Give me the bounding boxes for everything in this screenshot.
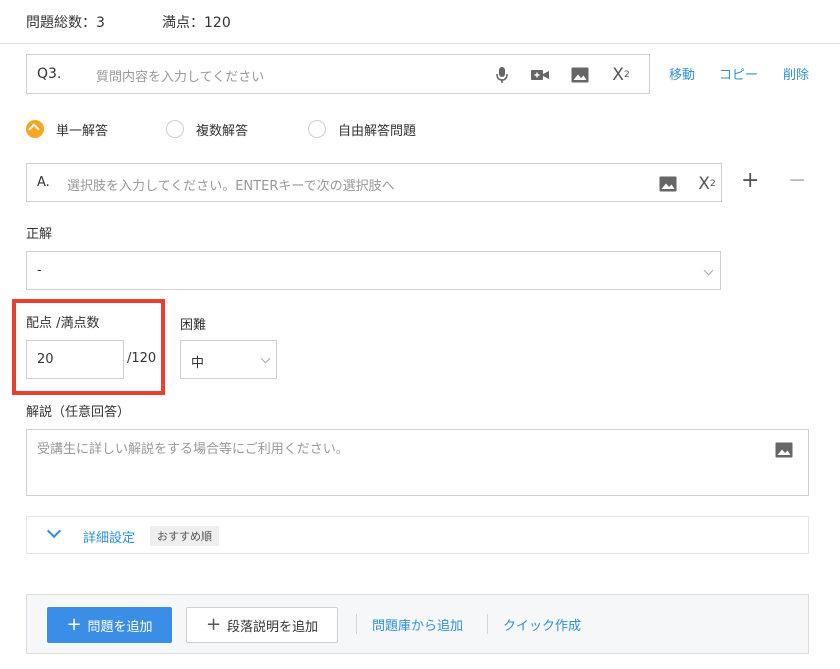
chevron-down-icon — [260, 353, 271, 364]
explanation-textarea[interactable]: 受講生に詳しい解説をする場合等にご利用ください。 — [26, 429, 809, 496]
difficulty-label: 困難 — [180, 318, 207, 333]
superscript-icon[interactable]: X2 — [607, 65, 635, 85]
add-from-bank-link[interactable]: 問題庫から追加 — [372, 615, 463, 634]
delete-link[interactable]: 削除 — [783, 64, 809, 83]
full-score: 満点：120 — [162, 15, 231, 31]
add-choice-button[interactable]: + — [741, 170, 759, 192]
add-question-button[interactable]: + 問題を追加 — [47, 607, 172, 643]
copy-link[interactable]: コピー — [719, 64, 758, 83]
radio-unchecked-icon — [308, 120, 326, 138]
choice-letter: A. — [37, 175, 50, 190]
choice-input[interactable]: A. 選択肢を入力してください。ENTERキーで次の選択肢へ X2 — [26, 163, 722, 202]
chevron-down-icon — [703, 265, 714, 276]
radio-unchecked-icon — [166, 120, 184, 138]
difficulty-value: 中 — [191, 356, 205, 371]
score-max: /120 — [127, 351, 157, 366]
radio-multiple-answer[interactable]: 複数解答 — [166, 119, 248, 139]
divider — [356, 614, 357, 634]
explanation-label: 解説（任意回答） — [26, 405, 131, 420]
detail-settings-row[interactable]: 詳細設定 おすすめ順 — [26, 516, 809, 554]
recommended-badge: おすすめ順 — [150, 526, 219, 546]
radio-single-answer[interactable]: 単一解答 — [26, 119, 108, 139]
correct-answer-label: 正解 — [26, 227, 53, 242]
video-camera-icon[interactable] — [529, 65, 551, 85]
add-paragraph-button[interactable]: + 段落説明を追加 — [186, 607, 338, 643]
bottom-action-bar: + 問題を追加 + 段落説明を追加 問題庫から追加 クイック作成 — [26, 594, 809, 654]
score-label: 配点 /満点数 — [26, 316, 100, 331]
score-value: 20 — [37, 352, 54, 367]
chevron-down-icon — [46, 523, 62, 539]
question-count: 問題総数：3 — [26, 15, 105, 31]
plus-icon: + — [66, 614, 82, 635]
image-icon[interactable] — [657, 174, 679, 194]
plus-icon: + — [205, 614, 222, 635]
image-icon[interactable] — [773, 440, 795, 460]
score-input[interactable]: 20 — [26, 340, 124, 379]
radio-free-answer[interactable]: 自由解答問題 — [308, 119, 416, 139]
radio-checked-icon — [26, 120, 44, 138]
move-link[interactable]: 移動 — [669, 64, 695, 83]
question-input[interactable]: Q3. 質問内容を入力してください X2 — [26, 54, 650, 94]
correct-answer-value: - — [37, 263, 42, 278]
microphone-icon[interactable] — [491, 65, 513, 85]
question-number: Q3. — [37, 66, 62, 82]
summary-bar: 問題総数：3 満点：120 — [0, 0, 840, 44]
question-placeholder: 質問内容を入力してください — [96, 70, 265, 85]
choice-placeholder: 選択肢を入力してください。ENTERキーで次の選択肢へ — [67, 179, 395, 194]
correct-answer-select[interactable]: - — [26, 251, 721, 290]
remove-choice-button[interactable]: − — [788, 170, 806, 192]
quick-create-link[interactable]: クイック作成 — [503, 615, 581, 634]
image-icon[interactable] — [569, 65, 591, 85]
detail-settings-link[interactable]: 詳細設定 — [83, 527, 135, 546]
superscript-icon[interactable]: X2 — [693, 174, 721, 194]
divider — [487, 614, 488, 634]
difficulty-select[interactable]: 中 — [180, 340, 277, 379]
explanation-placeholder: 受講生に詳しい解説をする場合等にご利用ください。 — [37, 442, 349, 457]
